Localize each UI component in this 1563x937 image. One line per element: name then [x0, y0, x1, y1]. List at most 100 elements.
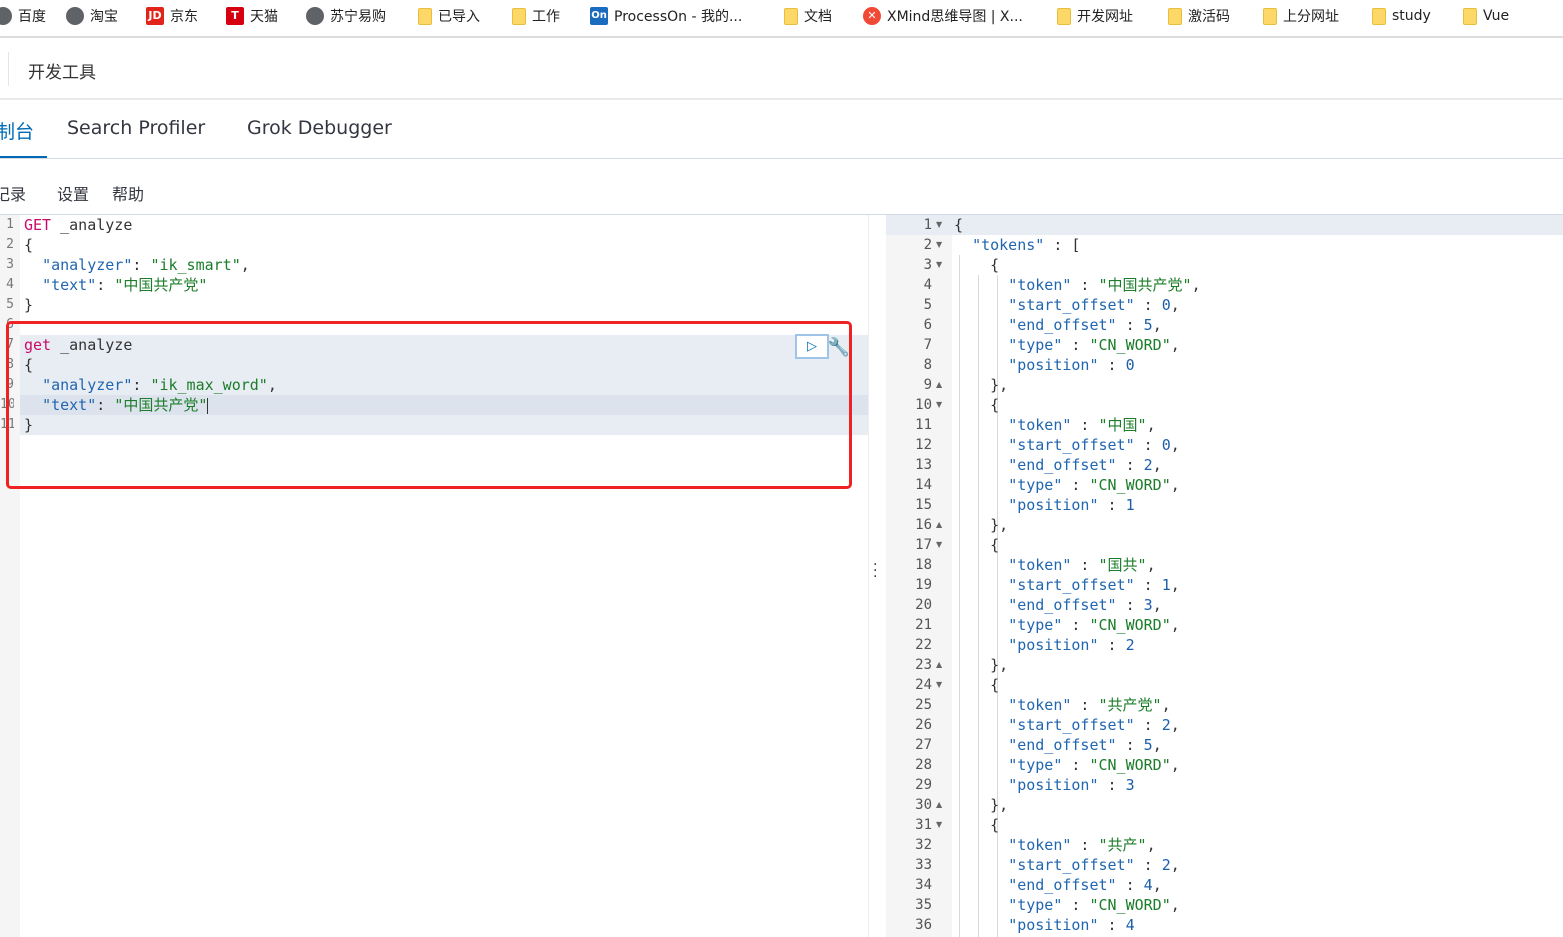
response-line-number: 32	[915, 837, 932, 853]
bookmark-folder-vue[interactable]: Vue	[1463, 5, 1509, 27]
response-code-line: "type" : "CN_WORD",	[1008, 336, 1180, 354]
response-code-line: "tokens" : [	[972, 236, 1081, 254]
tabs-border	[0, 158, 1563, 159]
response-line-number: 13	[915, 457, 932, 473]
bookmark-folder-dev[interactable]: 开发网址	[1057, 5, 1133, 27]
request-endpoint: _analyze	[60, 216, 133, 234]
json-key: "analyzer"	[42, 256, 133, 274]
code-line: }	[24, 296, 34, 314]
line-number: 3	[6, 257, 14, 272]
fold-collapse-icon[interactable]: ▼	[936, 395, 942, 415]
response-code-line: "token" : "国共",	[1008, 556, 1156, 574]
history-button[interactable]: 记录	[0, 181, 26, 205]
response-code-line: "position" : 0	[1008, 356, 1135, 374]
response-line-number: 22	[915, 637, 932, 653]
bookmark-folder-ranking[interactable]: 上分网址	[1263, 5, 1339, 27]
response-code-line: {	[954, 816, 1000, 834]
response-line-number: 11	[915, 417, 932, 433]
fold-collapse-icon[interactable]: ▼	[936, 235, 942, 255]
fold-collapse-icon[interactable]: ▼	[936, 535, 942, 555]
response-line-number: 33	[915, 857, 932, 873]
fold-end-icon[interactable]: ▲	[936, 375, 942, 395]
fold-collapse-icon[interactable]: ▼	[936, 215, 942, 235]
tab-console[interactable]: 制台	[0, 117, 34, 144]
bookmark-jd[interactable]: JD 京东	[146, 5, 198, 27]
response-code-line: "position" : 3	[1008, 776, 1135, 794]
header-border	[0, 98, 1563, 100]
response-line-number: 18	[915, 557, 932, 573]
folder-icon	[1263, 7, 1277, 25]
response-line-number: 10	[915, 397, 932, 413]
response-code-line: "type" : "CN_WORD",	[1008, 476, 1180, 494]
response-code-line: "start_offset" : 0,	[1008, 436, 1180, 454]
bookmark-folder-work[interactable]: 工作	[512, 5, 560, 27]
bookmark-processon[interactable]: On ProcessOn - 我的...	[590, 5, 742, 27]
json-key: "text"	[42, 276, 97, 294]
tmall-icon: T	[226, 7, 244, 25]
response-line-number: 19	[915, 577, 932, 593]
settings-button[interactable]: 设置	[57, 181, 89, 205]
response-code-line: {	[954, 536, 1000, 554]
response-code-line: },	[954, 796, 1009, 814]
response-line-number: 27	[915, 737, 932, 753]
bookmark-baidu[interactable]: 百度	[0, 5, 46, 27]
bookmark-folder-docs[interactable]: 文档	[784, 5, 832, 27]
response-line-number: 12	[915, 437, 932, 453]
response-code-line: "type" : "CN_WORD",	[1008, 616, 1180, 634]
bookmark-xmind[interactable]: ✕ XMind思维导图 | X...	[863, 5, 1023, 27]
request-line: GET _analyze	[24, 215, 132, 235]
response-code-line: },	[954, 516, 1009, 534]
response-code-line: "start_offset" : 2,	[1008, 716, 1180, 734]
response-line-number: 16	[915, 517, 932, 533]
bookmark-folder-study[interactable]: study	[1372, 5, 1431, 27]
bookmark-label: 激活码	[1188, 9, 1230, 25]
bookmark-tmall[interactable]: T 天猫	[226, 5, 278, 27]
bookmark-label: 天猫	[250, 9, 278, 25]
response-code-line: "token" : "中国",	[1008, 416, 1156, 434]
fold-collapse-icon[interactable]: ▼	[936, 255, 942, 275]
bookmark-label: ProcessOn - 我的...	[614, 9, 743, 25]
folder-icon	[784, 7, 798, 25]
line-number: 2	[6, 237, 14, 252]
line-number: 5	[6, 297, 14, 312]
fold-end-icon[interactable]: ▲	[936, 795, 942, 815]
page-title: 开发工具	[28, 63, 96, 83]
folder-icon	[1168, 7, 1182, 25]
response-code-line: },	[954, 656, 1009, 674]
bookmark-folder-imported[interactable]: 已导入	[418, 5, 480, 27]
folder-icon	[418, 7, 432, 25]
fold-collapse-icon[interactable]: ▼	[936, 815, 942, 835]
drag-handle-icon[interactable]: · · ·	[873, 558, 877, 584]
fold-collapse-icon[interactable]: ▼	[936, 675, 942, 695]
bookmark-label: 淘宝	[90, 9, 118, 25]
response-code-line: {	[954, 216, 964, 234]
bookmark-taobao[interactable]: 淘宝	[66, 5, 118, 27]
response-code-line: {	[954, 256, 1000, 274]
line-number: 1	[6, 217, 14, 232]
help-button[interactable]: 帮助	[112, 181, 144, 205]
response-line-number: 35	[915, 897, 932, 913]
response-code-line: "position" : 1	[1008, 496, 1135, 514]
response-code-line: {	[954, 676, 1000, 694]
json-value: "ik_smart"	[150, 256, 241, 274]
bookmark-label: Vue	[1483, 8, 1510, 24]
response-line-number: 6	[923, 317, 932, 333]
response-line-number: 9	[923, 377, 932, 393]
response-line-number: 34	[915, 877, 932, 893]
bookmark-folder-codes[interactable]: 激活码	[1168, 5, 1230, 27]
response-line-number: 25	[915, 697, 932, 713]
bookmark-label: study	[1392, 8, 1431, 24]
tab-grok-debugger[interactable]: Grok Debugger	[247, 117, 392, 139]
globe-icon	[66, 7, 84, 25]
response-code-line: "end_offset" : 2,	[1008, 456, 1162, 474]
tab-search-profiler[interactable]: Search Profiler	[67, 117, 205, 139]
response-line-number: 3	[923, 257, 932, 273]
response-code-line: "token" : "共产党",	[1008, 696, 1171, 714]
bookmark-suning[interactable]: 苏宁易购	[306, 5, 386, 27]
bookmarks-bar: 百度 淘宝 JD 京东 T 天猫 苏宁易购 已导入 工作 On ProcessOn -…	[0, 0, 1563, 38]
fold-end-icon[interactable]: ▲	[936, 515, 942, 535]
response-code-line: "token" : "共产",	[1008, 836, 1156, 854]
fold-end-icon[interactable]: ▲	[936, 655, 942, 675]
code-line: "text": "中国共产党"	[42, 276, 208, 294]
response-line-number: 1	[923, 217, 932, 233]
